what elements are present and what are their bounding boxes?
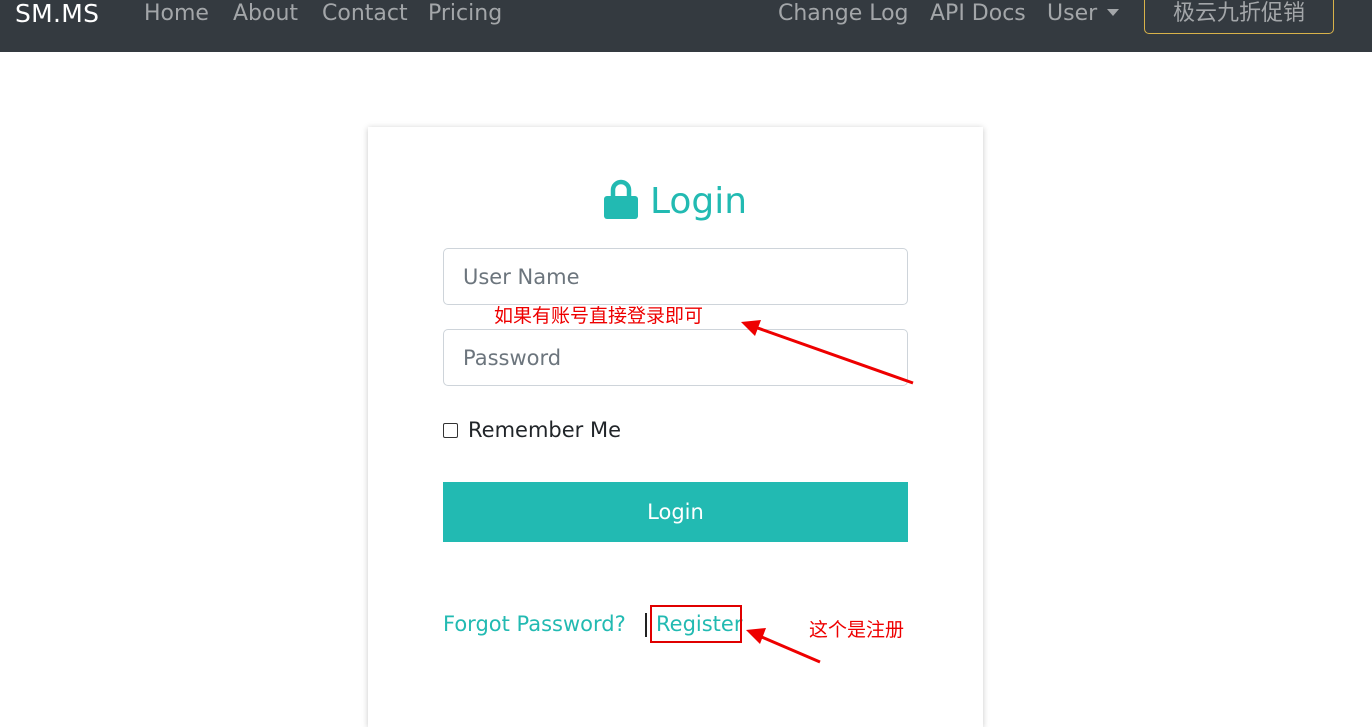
caret-down-icon <box>1107 9 1120 16</box>
nav-change-log[interactable]: Change Log <box>778 0 909 32</box>
remember-me-label[interactable]: Remember Me <box>468 418 621 442</box>
nav-about[interactable]: About <box>233 0 298 32</box>
register-highlight-box <box>650 605 742 643</box>
user-dropdown-label: User <box>1047 1 1098 26</box>
nav-user-dropdown[interactable]: User <box>1047 0 1120 32</box>
nav-api-docs[interactable]: API Docs <box>930 0 1026 32</box>
nav-home[interactable]: Home <box>144 0 209 32</box>
remember-me-row: Remember Me <box>443 415 621 445</box>
login-heading: Login <box>368 179 983 222</box>
link-divider <box>645 613 647 637</box>
password-input[interactable] <box>443 329 908 386</box>
register-annotation: 这个是注册 <box>809 619 905 641</box>
nav-contact[interactable]: Contact <box>322 0 408 32</box>
login-annotation: 如果有账号直接登录即可 <box>494 305 704 327</box>
username-input[interactable] <box>443 248 908 305</box>
forgot-password-link[interactable]: Forgot Password? <box>443 607 626 641</box>
remember-me-checkbox[interactable] <box>443 422 458 438</box>
lock-icon <box>603 179 638 219</box>
login-title: Login <box>649 181 748 222</box>
brand-logo[interactable]: SM.MS <box>15 0 99 32</box>
promo-button[interactable]: 极云九折促销 <box>1144 0 1334 34</box>
login-button[interactable]: Login <box>443 482 908 542</box>
top-navbar: SM.MS Home About Contact Pricing Change … <box>0 0 1372 52</box>
nav-pricing[interactable]: Pricing <box>428 0 502 32</box>
